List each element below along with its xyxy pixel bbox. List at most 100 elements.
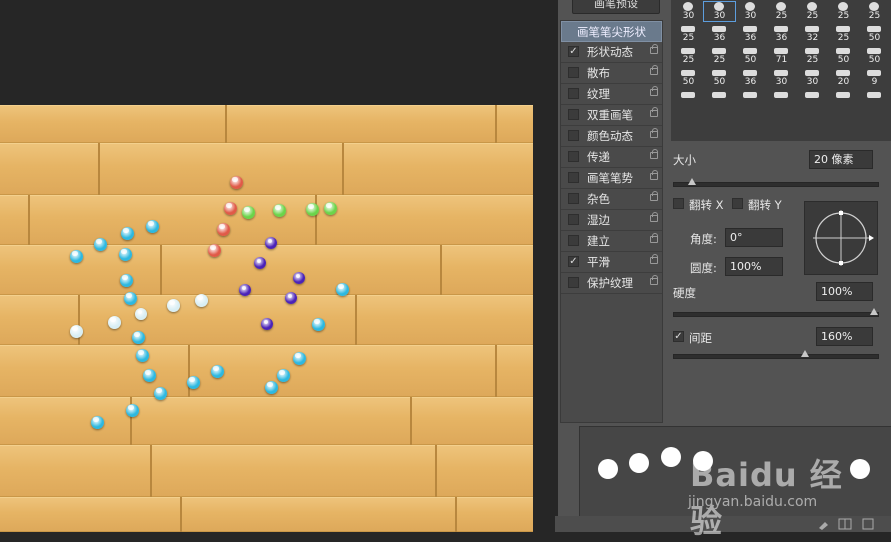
brush-tip-cell[interactable]: 30 — [797, 68, 828, 87]
option-checkbox[interactable] — [568, 109, 579, 120]
lock-icon[interactable] — [650, 65, 658, 75]
brush-tip-cell[interactable]: 32 — [797, 24, 828, 43]
stone-purple — [265, 237, 277, 249]
stone-purple — [285, 292, 297, 304]
brush-tip-cell[interactable]: 30 — [703, 1, 736, 22]
lock-icon[interactable] — [650, 86, 658, 96]
spacing-field[interactable]: 160% — [816, 327, 873, 346]
spacing-slider-knob[interactable] — [800, 350, 809, 357]
hardness-slider-knob[interactable] — [870, 308, 878, 315]
brush-tip-cell[interactable]: 71 — [766, 46, 797, 65]
option-checkbox[interactable] — [568, 214, 579, 225]
document-canvas[interactable] — [0, 0, 555, 532]
brush-option-row[interactable]: 颜色动态 — [561, 126, 662, 147]
option-checkbox[interactable] — [568, 151, 579, 162]
roundness-field[interactable]: 100% — [725, 257, 783, 276]
brush-option-row[interactable]: 保护纹理 — [561, 273, 662, 294]
option-checkbox[interactable] — [568, 277, 579, 288]
brush-tip-cell[interactable]: 50 — [859, 24, 890, 43]
size-slider-knob[interactable] — [688, 178, 697, 185]
new-preset-icon[interactable] — [861, 518, 875, 530]
brush-tip-cell[interactable] — [859, 90, 890, 109]
brush-option-row[interactable]: 纹理 — [561, 84, 662, 105]
lock-icon[interactable] — [650, 275, 658, 285]
option-checkbox[interactable]: ✓ — [568, 46, 579, 57]
brush-tip-cell[interactable] — [704, 90, 735, 109]
brush-tip-cell[interactable]: 9 — [859, 68, 890, 87]
stone-green — [305, 202, 319, 216]
brush-option-row[interactable]: ✓ 形状动态 — [561, 42, 662, 63]
brush-option-row[interactable]: 传递 — [561, 147, 662, 168]
brush-tip-cell[interactable]: 25 — [766, 2, 797, 21]
plank-seam — [98, 143, 100, 195]
brush-tip-cell[interactable]: 30 — [735, 2, 766, 21]
brush-tip-cell[interactable]: 50 — [735, 46, 766, 65]
hardness-field[interactable]: 100% — [816, 282, 873, 301]
option-checkbox[interactable] — [568, 88, 579, 99]
brush-tip-cell[interactable]: 50 — [859, 46, 890, 65]
brush-option-row[interactable]: 湿边 — [561, 210, 662, 231]
brush-tip-cell[interactable]: 50 — [673, 68, 704, 87]
brush-tip-cell[interactable]: 36 — [766, 24, 797, 43]
brush-tip-cell[interactable]: 36 — [735, 24, 766, 43]
option-label: 形状动态 — [587, 45, 633, 59]
option-checkbox[interactable] — [568, 235, 579, 246]
brush-tip-cell[interactable] — [766, 90, 797, 109]
lock-icon[interactable] — [650, 149, 658, 159]
brush-tip-cell[interactable] — [735, 90, 766, 109]
brush-option-row[interactable]: 散布 — [561, 63, 662, 84]
brush-option-row[interactable]: 杂色 — [561, 189, 662, 210]
lock-icon[interactable] — [650, 212, 658, 222]
brush-option-row[interactable]: 建立 — [561, 231, 662, 252]
hardness-slider[interactable] — [673, 308, 879, 317]
brush-tip-cell[interactable]: 25 — [704, 46, 735, 65]
flip-y-checkbox[interactable] — [732, 198, 743, 209]
angle-field[interactable]: 0° — [725, 228, 783, 247]
brush-option-row[interactable]: 画笔笔尖形状 — [561, 21, 662, 42]
brush-tip-cell[interactable]: 25 — [797, 46, 828, 65]
stone-cyan — [186, 375, 200, 389]
brush-presets-button[interactable]: 画笔预设 — [572, 0, 660, 14]
size-field[interactable]: 20 像素 — [809, 150, 873, 169]
brush-tip-cell[interactable]: 25 — [673, 24, 704, 43]
option-checkbox[interactable] — [568, 130, 579, 141]
brush-size-value: 36 — [744, 77, 757, 87]
brush-tip-cell[interactable]: 30 — [673, 2, 704, 21]
brush-tip-cell[interactable]: 50 — [828, 46, 859, 65]
lock-icon[interactable] — [650, 170, 658, 180]
brush-tip-cell[interactable]: 30 — [766, 68, 797, 87]
option-checkbox[interactable]: ✓ — [568, 256, 579, 267]
lock-icon[interactable] — [650, 128, 658, 138]
option-checkbox[interactable] — [568, 193, 579, 204]
brush-option-row[interactable]: 双重画笔 — [561, 105, 662, 126]
brush-tip-cell[interactable]: 25 — [673, 46, 704, 65]
lock-icon[interactable] — [650, 233, 658, 243]
brush-option-row[interactable]: ✓ 平滑 — [561, 252, 662, 273]
size-slider[interactable] — [673, 178, 879, 187]
brush-tip-cell[interactable]: 25 — [859, 2, 890, 21]
brush-tip-cell[interactable]: 25 — [797, 2, 828, 21]
brush-tip-cell[interactable]: 25 — [828, 24, 859, 43]
brush-option-row[interactable]: 画笔笔势 — [561, 168, 662, 189]
lock-icon[interactable] — [650, 107, 658, 117]
brush-tip-cell[interactable] — [797, 90, 828, 109]
plank-seam — [455, 497, 457, 532]
angle-roundness-dial[interactable] — [804, 201, 878, 275]
lock-icon[interactable] — [650, 44, 658, 54]
wood-texture-image[interactable] — [0, 105, 533, 532]
brush-tip-cell[interactable]: 36 — [735, 68, 766, 87]
stone-cyan — [276, 368, 290, 382]
spacing-slider[interactable] — [673, 350, 879, 359]
brush-tip-cell[interactable] — [673, 90, 704, 109]
brush-tip-cell[interactable]: 25 — [828, 2, 859, 21]
option-checkbox[interactable] — [568, 172, 579, 183]
brush-tip-cell[interactable]: 20 — [828, 68, 859, 87]
spacing-checkbox[interactable]: ✓ — [673, 331, 684, 342]
brush-tip-cell[interactable]: 36 — [704, 24, 735, 43]
flip-x-checkbox[interactable] — [673, 198, 684, 209]
lock-icon[interactable] — [650, 191, 658, 201]
option-checkbox[interactable] — [568, 67, 579, 78]
brush-tip-cell[interactable] — [828, 90, 859, 109]
brush-tip-cell[interactable]: 50 — [704, 68, 735, 87]
lock-icon[interactable] — [650, 254, 658, 264]
